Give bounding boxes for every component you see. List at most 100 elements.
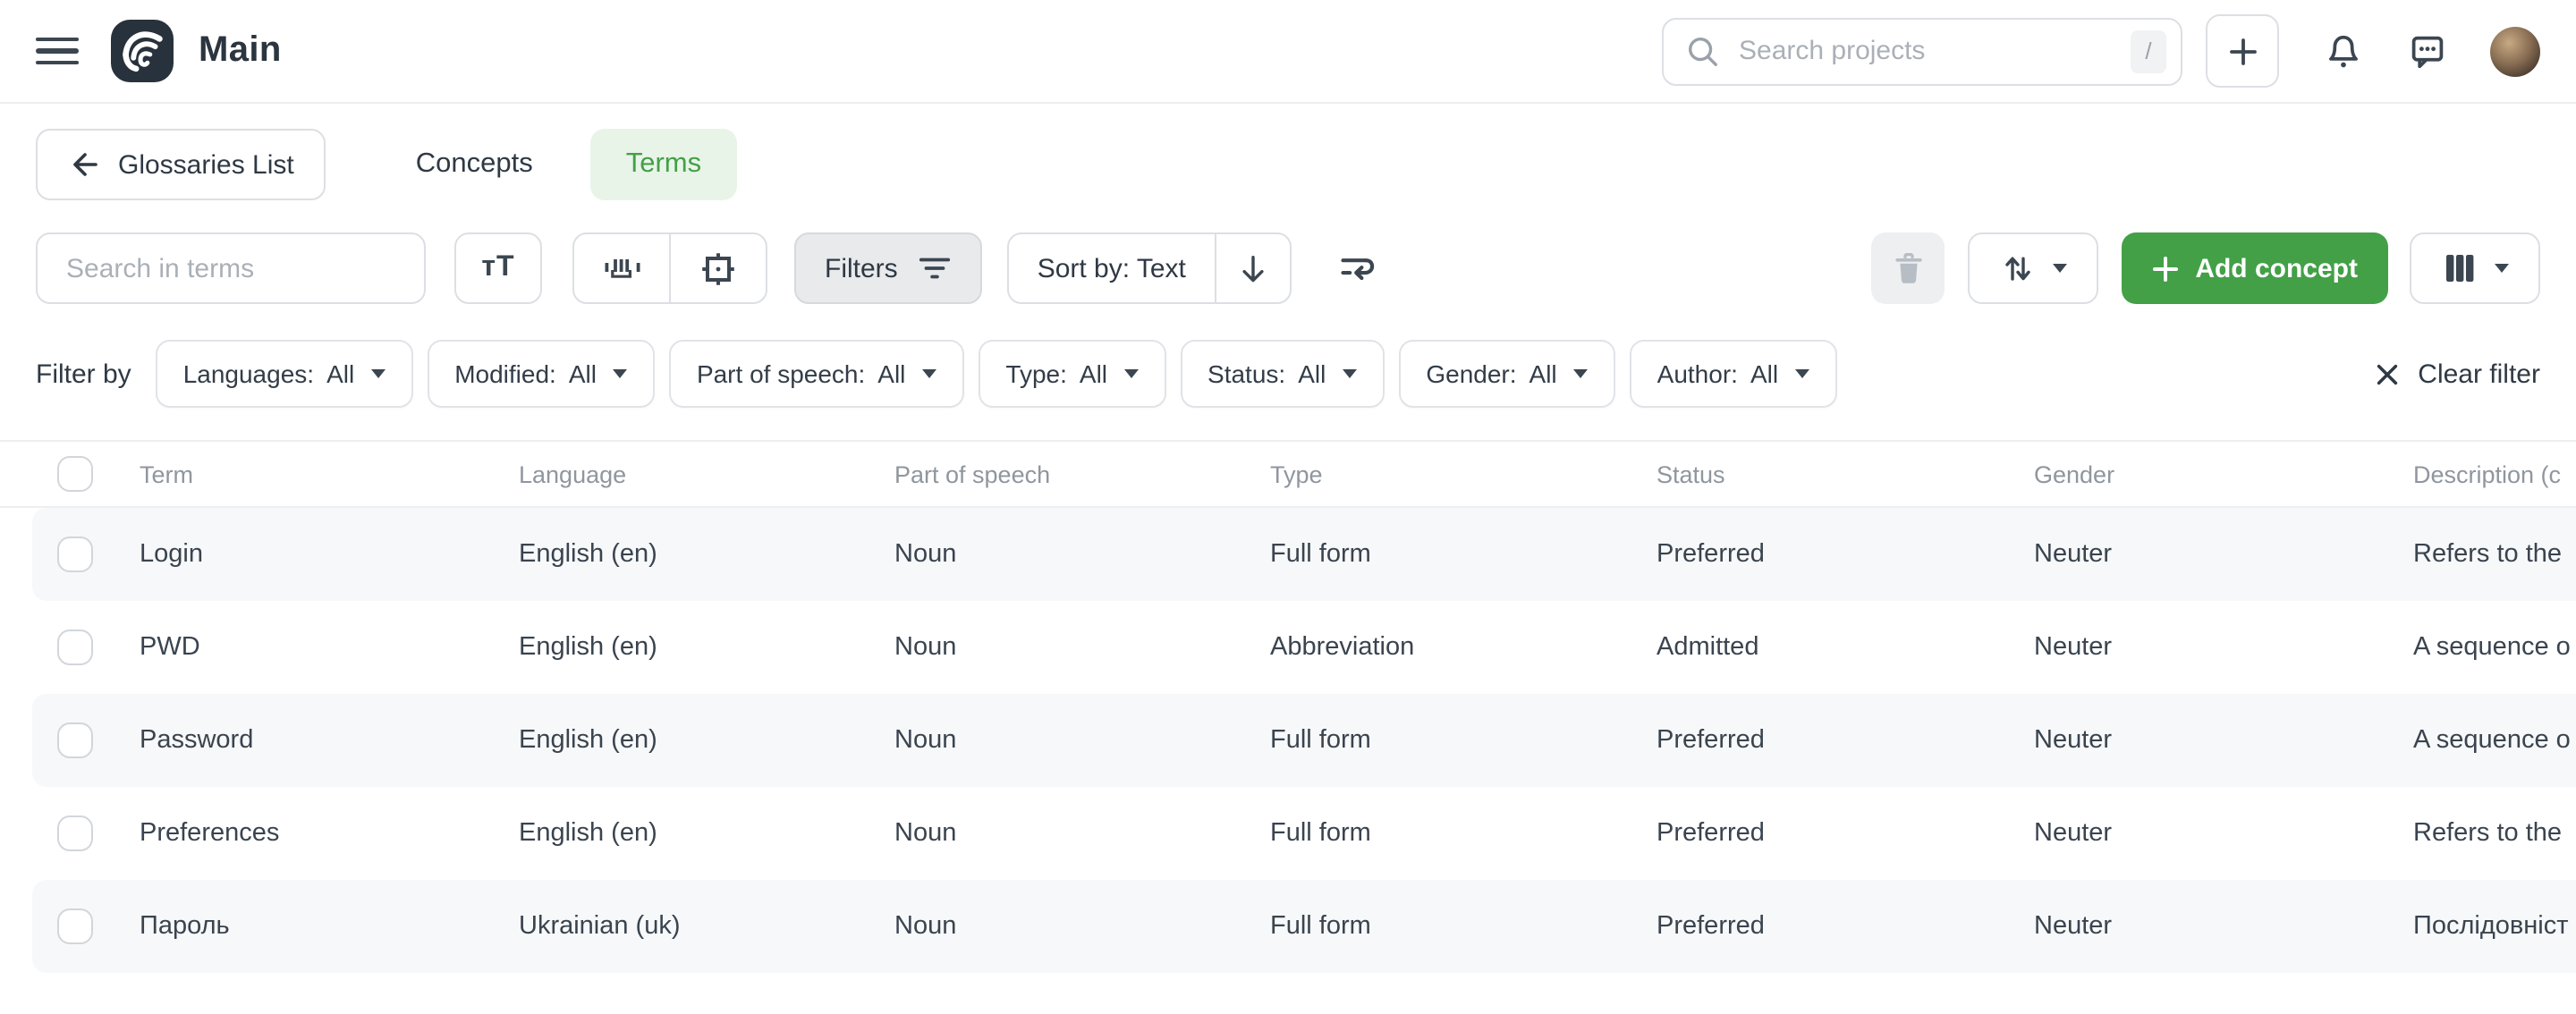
select-all-checkbox[interactable] <box>57 456 93 492</box>
filter-part-of-speech[interactable]: Part of speech: All <box>670 340 964 408</box>
cell-gender: Neuter <box>2034 540 2413 569</box>
page-title: Main <box>199 30 282 72</box>
cell-status: Admitted <box>1657 633 2034 662</box>
wrap-text-icon <box>1338 250 1377 286</box>
back-button-label: Glossaries List <box>118 149 294 180</box>
chevron-down-icon <box>2493 263 2509 274</box>
search-projects-box[interactable]: / <box>1662 17 2182 85</box>
row-checkbox[interactable] <box>57 630 93 665</box>
create-new-button[interactable] <box>2206 14 2279 88</box>
clear-filter-button[interactable]: Clear filter <box>2373 359 2540 389</box>
cell-gender: Neuter <box>2034 726 2413 755</box>
column-status: Status <box>1657 461 2034 487</box>
cell-status: Preferred <box>1657 726 2034 755</box>
back-to-glossaries-button[interactable]: Glossaries List <box>36 129 326 200</box>
match-case-button[interactable]: тT <box>454 232 542 304</box>
close-icon <box>2373 360 2400 387</box>
column-language: Language <box>519 461 894 487</box>
top-bar: Main / <box>0 0 2576 104</box>
cell-language: English (en) <box>519 540 894 569</box>
column-gender: Gender <box>2034 461 2413 487</box>
filter-status[interactable]: Status: All <box>1181 340 1385 408</box>
tab-terms[interactable]: Terms <box>590 129 737 200</box>
cell-description: Refers to the <box>2413 819 2576 848</box>
sort-control: Sort by: Text <box>1007 232 1292 304</box>
search-projects-input[interactable] <box>1735 34 2131 68</box>
hamburger-menu-icon[interactable] <box>36 30 79 72</box>
cell-language: English (en) <box>519 726 894 755</box>
table-row[interactable]: Password English (en) Noun Full form Pre… <box>32 694 2576 787</box>
cell-term: PWD <box>140 633 519 662</box>
table-row[interactable]: Пароль Ukrainian (uk) Noun Full form Pre… <box>32 880 2576 973</box>
filter-type[interactable]: Type: All <box>979 340 1166 408</box>
chevron-down-icon <box>370 368 386 379</box>
chevron-down-icon <box>1573 368 1589 379</box>
column-part-of-speech: Part of speech <box>894 461 1270 487</box>
plus-icon <box>2152 255 2179 282</box>
columns-dropdown-button[interactable] <box>2410 232 2540 304</box>
sort-up-down-icon <box>1999 250 2035 286</box>
table-header: Term Language Part of speech Type Status… <box>0 440 2576 508</box>
cell-description: A sequence o <box>2413 633 2576 662</box>
search-terms-input[interactable] <box>63 251 399 285</box>
filter-icon <box>918 254 952 283</box>
cell-language: English (en) <box>519 819 894 848</box>
crowdin-logo-icon[interactable] <box>111 20 174 82</box>
row-checkbox[interactable] <box>57 908 93 944</box>
filters-button[interactable]: Filters <box>794 232 982 304</box>
add-concept-label: Add concept <box>2195 253 2358 283</box>
plus-icon <box>2226 35 2258 67</box>
cell-type: Abbreviation <box>1270 633 1657 662</box>
tab-concepts[interactable]: Concepts <box>380 129 569 200</box>
table-row[interactable]: PWD English (en) Noun Abbreviation Admit… <box>32 601 2576 694</box>
chat-bubble-icon <box>2408 31 2447 71</box>
chevron-down-icon <box>1794 368 1810 379</box>
filter-modified[interactable]: Modified: All <box>428 340 656 408</box>
cell-type: Full form <box>1270 726 1657 755</box>
filter-bar: Filter by Languages: All Modified: All P… <box>36 340 2540 408</box>
chevron-down-icon <box>613 368 629 379</box>
messages-button[interactable] <box>2408 31 2447 71</box>
filter-by-label: Filter by <box>36 359 131 389</box>
cell-part-of-speech: Noun <box>894 819 1270 848</box>
cell-language: Ukrainian (uk) <box>519 912 894 941</box>
search-icon <box>1685 34 1719 68</box>
sort-direction-button[interactable] <box>1215 234 1290 302</box>
app-root: Main / <box>0 0 2576 1014</box>
user-avatar[interactable] <box>2490 26 2540 76</box>
cell-term: Login <box>140 540 519 569</box>
whole-words-button[interactable] <box>574 234 669 302</box>
exact-match-button[interactable] <box>669 234 766 302</box>
sort-by-button[interactable]: Sort by: Text <box>1009 234 1215 302</box>
cell-description: A sequence o <box>2413 726 2576 755</box>
filter-author[interactable]: Author: All <box>1631 340 1837 408</box>
cell-description: Refers to the <box>2413 540 2576 569</box>
trash-icon <box>1892 251 1924 285</box>
row-checkbox[interactable] <box>57 722 93 758</box>
cell-term: Password <box>140 726 519 755</box>
filters-button-label: Filters <box>825 253 898 283</box>
table-row[interactable]: Preferences English (en) Noun Full form … <box>32 787 2576 880</box>
notifications-button[interactable] <box>2324 31 2363 71</box>
cell-part-of-speech: Noun <box>894 633 1270 662</box>
chevron-down-icon <box>1342 368 1358 379</box>
columns-icon <box>2441 250 2477 286</box>
search-terms-box[interactable] <box>36 232 426 304</box>
filter-gender[interactable]: Gender: All <box>1399 340 1615 408</box>
chevron-down-icon <box>921 368 937 379</box>
sort-by-label: Sort by: Text <box>1038 253 1186 283</box>
whole-words-icon <box>600 250 643 286</box>
add-concept-button[interactable]: Add concept <box>2122 232 2388 304</box>
reorder-dropdown-button[interactable] <box>1968 232 2098 304</box>
row-checkbox[interactable] <box>57 537 93 572</box>
back-arrow-icon <box>68 148 100 181</box>
delete-button-disabled[interactable] <box>1871 232 1945 304</box>
cell-part-of-speech: Noun <box>894 726 1270 755</box>
filter-languages[interactable]: Languages: All <box>157 340 414 408</box>
terms-toolbar: тT <box>36 232 2540 304</box>
cell-language: English (en) <box>519 633 894 662</box>
wrap-lines-button[interactable] <box>1331 232 1385 304</box>
table-row[interactable]: Login English (en) Noun Full form Prefer… <box>32 508 2576 601</box>
glossary-nav: Glossaries List Concepts Terms <box>36 129 2540 200</box>
row-checkbox[interactable] <box>57 815 93 851</box>
